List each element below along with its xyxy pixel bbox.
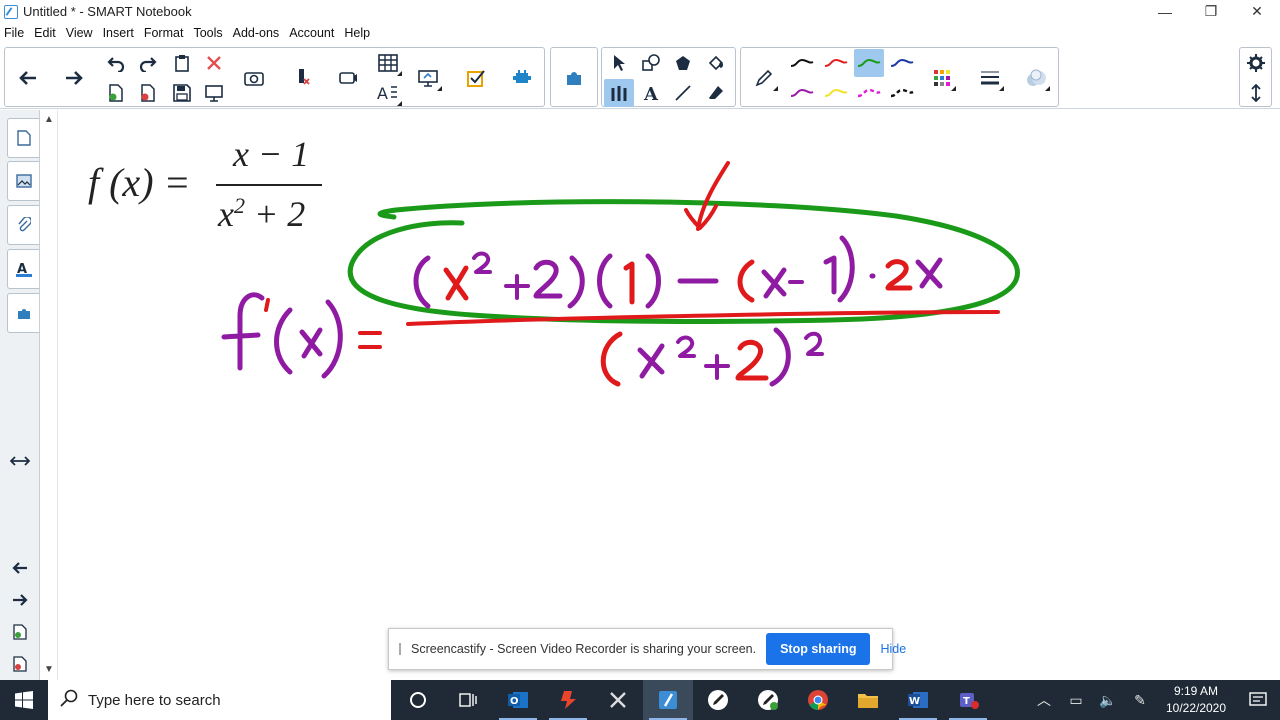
notification-center-icon[interactable] — [1236, 680, 1280, 720]
ink-num-plus — [504, 274, 530, 300]
taskbar-apps: O W T — [393, 680, 993, 720]
word-icon[interactable]: W — [893, 680, 943, 720]
search-icon — [60, 689, 78, 712]
ink-den-two — [735, 339, 769, 381]
handwritten-ink-layer[interactable] — [0, 0, 1280, 720]
smart-notebook-window: Untitled * - SMART Notebook — ❐ ✕ File E… — [0, 0, 1280, 720]
teams-icon[interactable]: T — [943, 680, 993, 720]
ink-num-paren6 — [837, 235, 855, 303]
ink-x — [299, 327, 323, 359]
ink-den-exp — [804, 331, 824, 356]
ink-num-x2 — [761, 267, 787, 299]
search-placeholder: Type here to search — [88, 691, 221, 709]
smart-notebook-taskbar-icon[interactable] — [643, 680, 693, 720]
ink-left-paren — [274, 307, 293, 375]
clock-time: 9:19 AM — [1173, 684, 1219, 698]
ink-prime-mark — [264, 298, 270, 312]
outlook-icon[interactable]: O — [493, 680, 543, 720]
smart-ink-alt-icon[interactable] — [743, 680, 793, 720]
ink-num-two — [533, 259, 563, 299]
taskbar-search-box[interactable]: Type here to search — [48, 680, 391, 720]
system-tray: ︿ ▭ 🔈 ✎ 9:19 AM 10/22/2020 — [1028, 680, 1280, 720]
windows-taskbar: Type here to search O W T ︿ ▭ 🔈 ✎ 9:19 A… — [0, 680, 1280, 720]
clock[interactable]: 9:19 AM 10/22/2020 — [1156, 683, 1236, 717]
screen-share-banner: Screencastify - Screen Video Recorder is… — [388, 628, 906, 670]
svg-text:O: O — [510, 696, 519, 707]
ink-den-x — [637, 343, 665, 379]
task-view-icon[interactable] — [443, 680, 493, 720]
ink-num-paren1 — [413, 255, 431, 309]
volume-icon[interactable]: 🔈 — [1092, 692, 1124, 709]
ink-f-prime — [221, 292, 265, 371]
hide-button[interactable]: Hide — [880, 642, 906, 656]
clock-date: 10/22/2020 — [1165, 701, 1227, 715]
smart-ink-icon[interactable] — [693, 680, 743, 720]
ink-num-two2 — [885, 259, 913, 291]
ink-red-arrow — [684, 161, 730, 231]
ink-equals — [358, 331, 382, 349]
windows-logo-icon — [15, 691, 33, 709]
show-hidden-icons-chevron-icon[interactable]: ︿ — [1028, 690, 1060, 710]
drag-handle-icon[interactable] — [399, 643, 401, 655]
ink-num-paren3 — [597, 253, 613, 309]
chrome-icon[interactable] — [793, 680, 843, 720]
screencastify-icon[interactable] — [543, 680, 593, 720]
pen-workspace-icon[interactable]: ✎ — [1124, 692, 1156, 709]
start-button[interactable] — [0, 680, 48, 720]
battery-icon[interactable]: ▭ — [1060, 692, 1092, 709]
ink-num-2 — [472, 251, 492, 274]
svg-text:T: T — [963, 696, 970, 707]
ink-num-x — [443, 265, 469, 301]
stop-sharing-button[interactable]: Stop sharing — [766, 633, 871, 665]
cortana-icon[interactable] — [393, 680, 443, 720]
snipping-tool-icon[interactable] — [593, 680, 643, 720]
ink-num-paren2 — [567, 255, 585, 309]
ink-num-paren4 — [645, 253, 661, 309]
ink-num-one2 — [823, 255, 837, 295]
svg-text:W: W — [909, 696, 920, 707]
ink-num-x3 — [915, 257, 943, 289]
ink-den-plus — [704, 354, 730, 380]
ink-right-paren — [321, 299, 343, 379]
ink-num-paren5 — [737, 259, 755, 303]
screen-share-message: Screencastify - Screen Video Recorder is… — [411, 642, 757, 656]
ink-den-paren2 — [769, 327, 791, 387]
ink-den-paren1 — [600, 331, 623, 387]
ink-den-2 — [676, 335, 696, 358]
ink-num-one — [623, 261, 635, 305]
file-explorer-icon[interactable] — [843, 680, 893, 720]
